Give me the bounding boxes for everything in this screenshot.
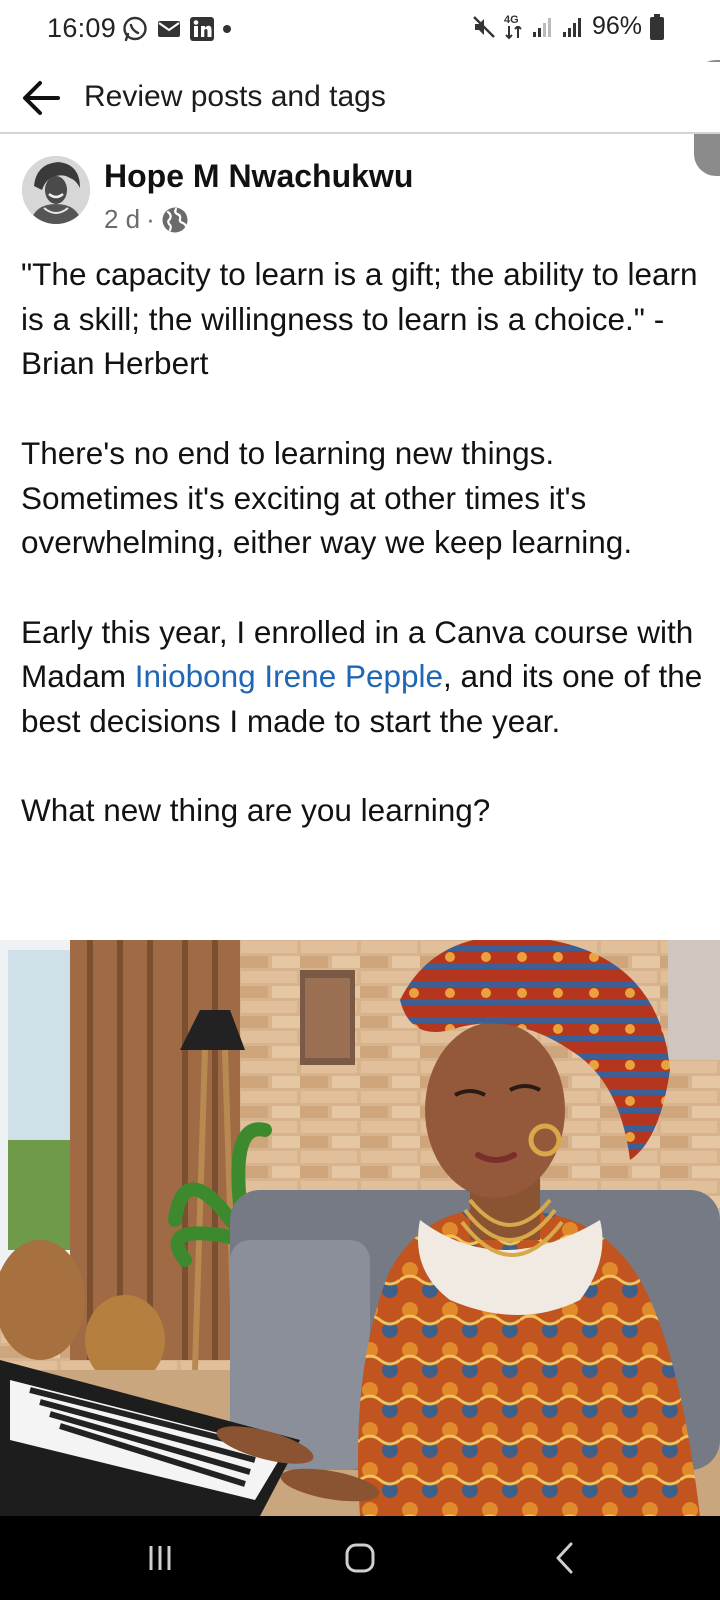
signal-icon (562, 17, 581, 37)
post-paragraph: There's no end to learning new things. S… (21, 434, 633, 561)
home-icon (345, 1543, 375, 1573)
author-avatar[interactable] (22, 156, 90, 224)
recent-apps-button[interactable] (130, 1536, 190, 1580)
post-paragraph: "The capacity to learn is a gift; the ab… (21, 256, 698, 382)
system-status-icons: 4G 96% (472, 12, 664, 41)
back-nav-button[interactable] (535, 1536, 595, 1580)
post-meta: 2 d · (104, 204, 189, 235)
linkedin-icon (190, 17, 214, 41)
signal-icon (532, 17, 551, 37)
notification-icons (122, 16, 231, 42)
dot-icon (223, 25, 231, 33)
meta-separator: · (146, 204, 155, 234)
battery-icon (650, 13, 664, 40)
arrow-left-icon (23, 81, 60, 115)
top-app-bar: Review posts and tags (0, 62, 720, 134)
recent-apps-icon (149, 1546, 171, 1570)
post-image[interactable] (0, 940, 720, 1516)
post-paragraph: What new thing are you learning? (21, 792, 491, 829)
post-time[interactable]: 2 d (104, 204, 140, 235)
post-paragraph: Early this year, I enrolled in a Canva c… (21, 610, 711, 744)
network-label: 4G (503, 13, 519, 26)
4g-icon: 4G (504, 14, 524, 40)
mail-icon (158, 21, 180, 37)
back-button[interactable] (18, 76, 64, 120)
whatsapp-icon (123, 16, 147, 42)
post-author-name[interactable]: Hope M Nwachukwu (104, 158, 413, 195)
mute-icon (473, 15, 495, 38)
chevron-left-icon (556, 1542, 573, 1574)
system-navigation-bar (0, 1516, 720, 1600)
status-time: 16:09 (47, 13, 117, 43)
post-text: "The capacity to learn is a gift; the ab… (21, 252, 711, 878)
home-button[interactable] (330, 1536, 390, 1580)
mention-link[interactable]: Iniobong Irene Pepple (135, 658, 443, 694)
globe-icon (162, 207, 188, 232)
status-bar: 16:09 4G 96% (0, 0, 720, 60)
battery-percent: 96% (591, 12, 642, 40)
page-title: Review posts and tags (84, 80, 386, 113)
